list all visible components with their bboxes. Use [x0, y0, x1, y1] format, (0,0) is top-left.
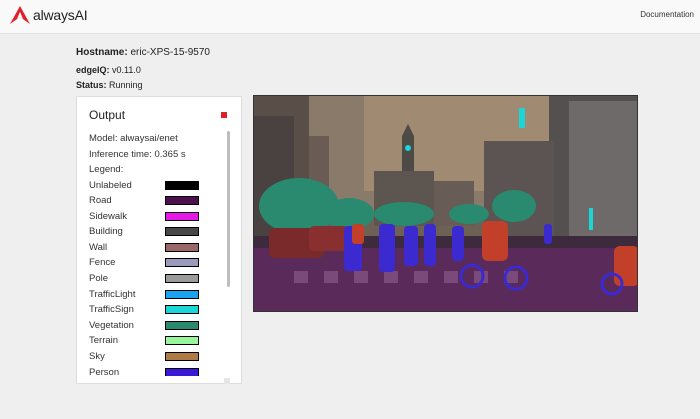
- legend-item: Road: [89, 193, 229, 209]
- legend-item: Pole: [89, 271, 229, 287]
- segmentation-video-frame: [253, 95, 638, 312]
- legend-item-label: Wall: [89, 242, 107, 253]
- legend-item-label: Terrain: [89, 335, 118, 346]
- edgeiq-line: edgeIQ: v0.11.0: [76, 65, 141, 75]
- edgeiq-label: edgeIQ:: [76, 65, 110, 75]
- legend-color-swatch: [165, 258, 199, 267]
- legend-item: Sky: [89, 349, 229, 365]
- hostname-label: Hostname:: [76, 47, 128, 58]
- legend-color-swatch: [165, 352, 199, 361]
- legend-color-swatch: [165, 227, 199, 236]
- legend-item: Fence: [89, 255, 229, 271]
- top-navbar: alwaysAI Documentation: [0, 0, 700, 34]
- model-line: Model: alwaysai/enet: [89, 131, 229, 147]
- legend-item-label: TrafficLight: [89, 289, 135, 300]
- legend-item-label: Pole: [89, 273, 108, 284]
- legend-item: Wall: [89, 240, 229, 256]
- legend-item: Unlabeled: [89, 178, 229, 194]
- documentation-link[interactable]: Documentation: [640, 10, 694, 19]
- scrollbar-thumb[interactable]: [227, 131, 230, 287]
- hostname-line: Hostname: eric-XPS-15-9570: [76, 47, 210, 58]
- legend-item-label: Unlabeled: [89, 180, 132, 191]
- legend-item: Building: [89, 224, 229, 240]
- inference-time-line: Inference time: 0.365 s: [89, 147, 229, 163]
- legend-item-label: Vegetation: [89, 320, 134, 331]
- legend-item-label: TrafficSign: [89, 304, 134, 315]
- legend-item: TrafficLight: [89, 287, 229, 303]
- legend-color-swatch: [165, 321, 199, 330]
- scrollbar-down-arrow[interactable]: [224, 378, 230, 384]
- status-value: Running: [109, 80, 143, 90]
- status-line: Status: Running: [76, 80, 143, 90]
- legend-item: TrafficSign: [89, 302, 229, 318]
- legend-item: Vegetation: [89, 318, 229, 334]
- legend-color-swatch: [165, 243, 199, 252]
- edgeiq-version: v0.11.0: [112, 65, 141, 75]
- legend-item: Person: [89, 365, 229, 376]
- legend-color-swatch: [165, 336, 199, 345]
- legend-color-swatch: [165, 212, 199, 221]
- output-title: Output: [89, 108, 125, 122]
- legend-color-swatch: [165, 305, 199, 314]
- alwaysai-logo[interactable]: alwaysAI: [10, 6, 87, 24]
- legend-color-swatch: [165, 290, 199, 299]
- legend-item-label: Sky: [89, 351, 105, 362]
- legend-item-label: Person: [89, 367, 119, 376]
- legend-item-label: Sidewalk: [89, 211, 127, 222]
- legend-item: Terrain: [89, 333, 229, 349]
- legend-item: Sidewalk: [89, 209, 229, 225]
- hostname-value: eric-XPS-15-9570: [130, 47, 209, 58]
- legend-color-swatch: [165, 368, 199, 376]
- legend-color-swatch: [165, 274, 199, 283]
- status-label: Status:: [76, 80, 107, 90]
- legend-item-label: Building: [89, 226, 123, 237]
- output-panel: Output Model: alwaysai/enet Inference ti…: [76, 96, 242, 384]
- output-text[interactable]: Model: alwaysai/enet Inference time: 0.3…: [89, 131, 229, 376]
- logo-icon: [10, 6, 30, 24]
- legend-item-label: Road: [89, 195, 112, 206]
- stop-button[interactable]: [221, 112, 227, 118]
- legend-list: Unlabeled Road Sidewalk Building Wall Fence Po…: [89, 178, 229, 377]
- legend-color-swatch: [165, 181, 199, 190]
- legend-item-label: Fence: [89, 257, 115, 268]
- legend-color-swatch: [165, 196, 199, 205]
- legend-label: Legend:: [89, 162, 229, 178]
- segmented-street-image: [254, 96, 638, 312]
- brand-name: alwaysAI: [33, 7, 87, 23]
